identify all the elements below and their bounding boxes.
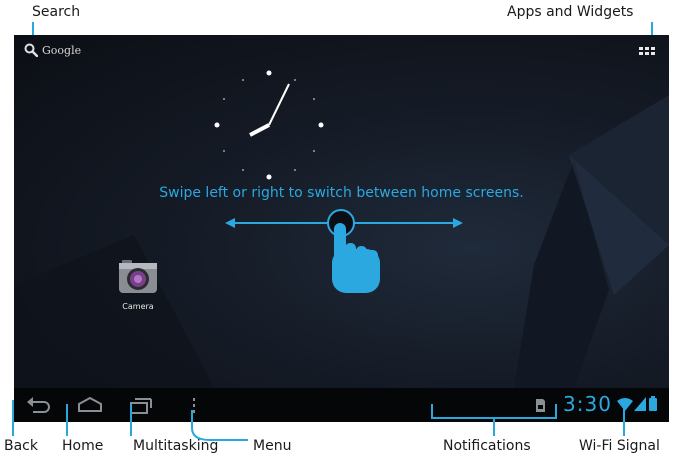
swipe-gesture-illustration [225, 209, 463, 293]
apps-widgets-callout-label: Apps and Widgets [507, 4, 634, 20]
clock-tick [294, 169, 296, 171]
clock-tick [242, 79, 244, 81]
clock-dot [318, 122, 324, 128]
clock-dot [266, 174, 272, 180]
menu-callout-label: Menu [253, 438, 292, 454]
multitasking-callout-leader [130, 404, 132, 436]
status-time[interactable]: 3:30 [563, 392, 612, 416]
clock-tick [223, 150, 225, 152]
apps-grid-icon[interactable] [639, 47, 655, 59]
back-callout-label: Back [4, 438, 38, 454]
clock-tick [313, 150, 315, 152]
battery-icon[interactable] [649, 396, 657, 411]
notifications-callout-bracket [431, 404, 557, 436]
app-icon-camera[interactable]: Camera [112, 257, 164, 311]
camera-icon [119, 260, 157, 293]
wifi-signal-callout-label: Wi-Fi Signal [579, 438, 660, 454]
home-callout-leader [66, 404, 68, 436]
notifications-callout-label: Notifications [443, 438, 531, 454]
arrow-left-icon [225, 218, 235, 228]
search-icon [24, 43, 38, 57]
home-icon[interactable] [76, 394, 104, 416]
system-bar: 3:30 [14, 388, 669, 422]
arrow-right-icon [453, 218, 463, 228]
home-callout-label: Home [62, 438, 104, 454]
wifi-icon[interactable] [617, 397, 633, 411]
app-label-camera: Camera [122, 302, 154, 311]
clock-tick [223, 98, 225, 100]
home-screen: Google Swipe left or right to switch bet… [14, 35, 669, 422]
google-search-widget[interactable]: Google [24, 43, 81, 57]
swipe-hint-text: Swipe left or right to switch between ho… [159, 185, 524, 201]
clock-dot [214, 122, 220, 128]
clock-minute-hand [268, 83, 290, 126]
analog-clock-widget[interactable] [204, 65, 334, 195]
back-icon[interactable] [24, 394, 52, 416]
hand-pointer-icon [332, 223, 380, 293]
recent-apps-icon[interactable] [128, 394, 156, 416]
clock-hour-hand [249, 123, 270, 137]
signal-icon[interactable] [634, 397, 646, 411]
wifi-signal-callout-leader [623, 404, 625, 436]
clock-dot [266, 70, 272, 76]
clock-tick [313, 98, 315, 100]
google-search-label: Google [42, 43, 82, 57]
multitasking-callout-label: Multitasking [133, 438, 219, 454]
back-callout-leader [12, 400, 14, 436]
search-callout-label: Search [32, 4, 81, 20]
clock-tick [294, 79, 296, 81]
clock-tick [242, 169, 244, 171]
